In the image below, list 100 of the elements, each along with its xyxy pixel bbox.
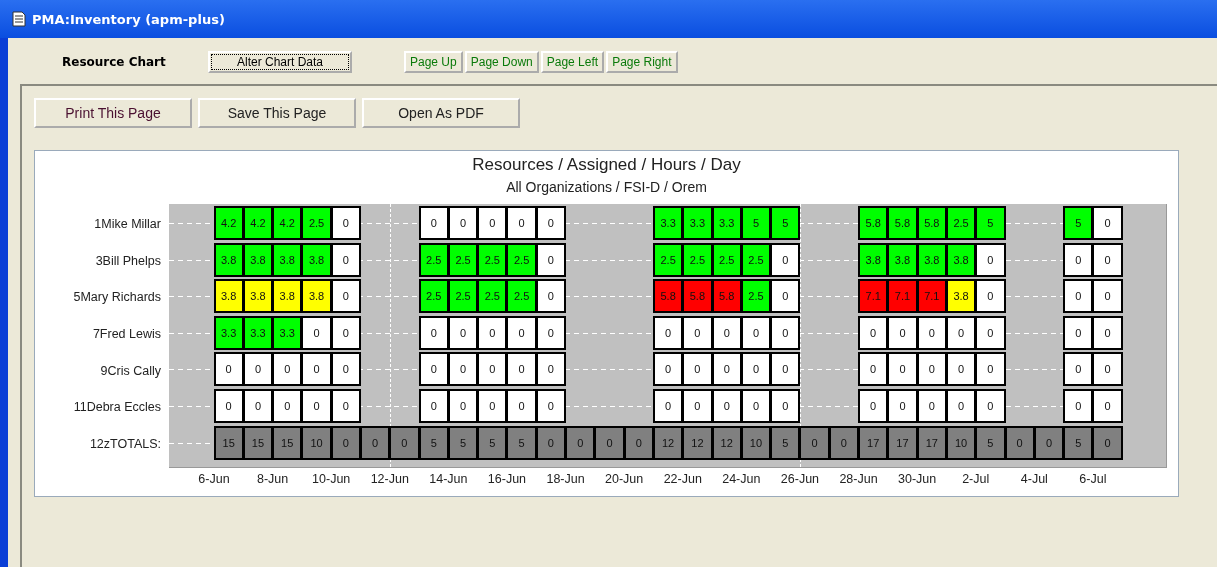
chart-cell: 4.2 (243, 207, 273, 239)
chart-cell: 0 (331, 243, 360, 276)
chart-cell: 3.8 (859, 243, 888, 276)
chart-cell: 0 (331, 316, 360, 349)
chart-cell: 0 (1093, 353, 1122, 386)
chart-cell: 5 (771, 207, 800, 239)
chart-cell: 0 (419, 389, 448, 422)
alter-chart-button[interactable]: Alter Chart Data (208, 51, 352, 73)
chart-cell: 5.8 (888, 207, 917, 239)
section-label: Resource Chart (61, 55, 167, 69)
chart-cell: 0 (917, 389, 946, 422)
row-label: 11Debra Eccles (72, 400, 162, 415)
chart-cell: 7.1 (917, 280, 946, 313)
chart-cell: 3.8 (273, 243, 302, 276)
row-label: 5Mary Richards (72, 290, 162, 305)
chart-cell: 5 (507, 426, 536, 459)
chart-cell: 5 (448, 426, 478, 459)
chart-cell: 0 (712, 316, 741, 349)
chart-cell: 0 (653, 316, 683, 349)
chart-cell: 0 (331, 280, 360, 313)
chart-cell: 15 (273, 426, 302, 459)
chart-cell: 0 (302, 353, 331, 386)
action-button[interactable]: Open As PDF (362, 98, 520, 128)
chart-cell: 0 (741, 353, 771, 386)
chart-cell: 2.5 (302, 207, 331, 239)
chart-cell: 0 (946, 353, 976, 386)
chart-cell: 3.8 (243, 243, 273, 276)
chart-cell: 2.5 (507, 280, 536, 313)
chart-cell: 10 (302, 426, 331, 459)
document-icon (12, 11, 26, 27)
chart-cell: 0 (888, 316, 917, 349)
chart-cell: 0 (917, 353, 946, 386)
chart-cell: 0 (331, 426, 360, 459)
chart-cell: 0 (1064, 280, 1093, 313)
chart-cell: 0 (741, 316, 771, 349)
chart-cell: 5 (419, 426, 448, 459)
axis-label: 30-Jun (897, 472, 938, 486)
chart-cell: 0 (507, 389, 536, 422)
chart-cell: 2.5 (946, 207, 976, 239)
chart-cell: 0 (478, 207, 507, 239)
chart-cell: 0 (478, 353, 507, 386)
chart-title: Resources / Assigned / Hours / Day (472, 155, 741, 175)
axis-label: 4-Jul (1019, 472, 1049, 486)
page-nav-button[interactable]: Page Left (540, 51, 605, 73)
chart-cell: 0 (624, 426, 653, 459)
chart-cell: 3.3 (712, 207, 741, 239)
axis-label: 22-Jun (662, 472, 703, 486)
chart-cell: 0 (536, 316, 566, 349)
chart-cell: 12 (712, 426, 741, 459)
chart-cell: 0 (302, 316, 331, 349)
chart-cell: 0 (683, 389, 712, 422)
chart-cell: 0 (273, 389, 302, 422)
chart-cell: 7.1 (859, 280, 888, 313)
chart-cell: 0 (771, 243, 800, 276)
chart-cell: 0 (1064, 243, 1093, 276)
axis-label: 20-Jun (604, 472, 645, 486)
chart-cell: 17 (888, 426, 917, 459)
chart-cell: 10 (946, 426, 976, 459)
chart-cell: 2.5 (507, 243, 536, 276)
page-nav-button[interactable]: Page Up (404, 51, 463, 73)
chart-cell: 3.8 (214, 280, 243, 313)
chart-cell: 2.5 (478, 243, 507, 276)
chart-cell: 0 (448, 389, 478, 422)
page-nav-button[interactable]: Page Down (464, 51, 539, 73)
chart-cell: 0 (741, 389, 771, 422)
window-title: PMA:Inventory (apm-plus) (32, 11, 225, 27)
chart-cell: 5 (976, 426, 1005, 459)
page-nav-button[interactable]: Page Right (606, 51, 678, 73)
chart-cell: 5 (1064, 207, 1093, 239)
axis-label: 16-Jun (486, 472, 528, 486)
chart-cell: 0 (536, 243, 566, 276)
chart-cell: 2.5 (741, 280, 771, 313)
axis-label: 14-Jun (428, 472, 469, 486)
chart-cell: 3.3 (214, 316, 243, 349)
chart-cell: 0 (829, 426, 859, 459)
chart-cell: 0 (976, 316, 1005, 349)
chart-cell: 0 (1064, 316, 1093, 349)
chart-cell: 3.3 (683, 207, 712, 239)
chart-cell: 2.5 (478, 280, 507, 313)
chart-cell: 0 (771, 353, 800, 386)
chart-cell: 5.8 (683, 280, 712, 313)
chart-cell: 0 (448, 316, 478, 349)
chart-cell: 0 (478, 316, 507, 349)
chart-cell: 10 (741, 426, 771, 459)
axis-label: 24-Jun (721, 472, 762, 486)
action-button[interactable]: Print This Page (34, 98, 192, 128)
chart-cell: 0 (214, 389, 243, 422)
chart-cell: 0 (976, 353, 1005, 386)
action-button[interactable]: Save This Page (198, 98, 356, 128)
chart-cell: 0 (976, 389, 1005, 422)
chart-cell: 0 (331, 389, 360, 422)
chart-cell: 0 (946, 316, 976, 349)
chart-cell: 3.3 (243, 316, 273, 349)
chart-cell: 0 (1034, 426, 1064, 459)
chart-cell: 0 (1093, 243, 1122, 276)
chart-cell: 5 (1064, 426, 1093, 459)
chart-cell: 0 (566, 426, 595, 459)
chart-cell: 0 (1005, 426, 1034, 459)
chart-cell: 2.5 (448, 280, 478, 313)
chart-cell: 2.5 (419, 280, 448, 313)
